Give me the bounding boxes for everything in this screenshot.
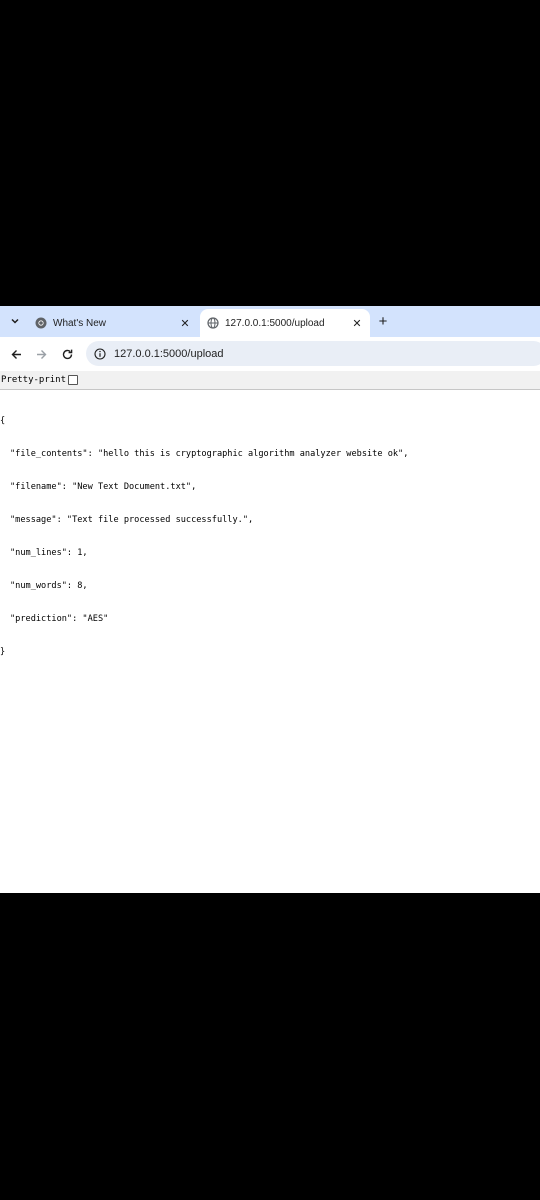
json-close-brace: }: [0, 647, 6, 657]
json-line-prediction: "prediction": "AES": [10, 614, 109, 624]
json-content: { "file_contents": "hello this is crypto…: [0, 394, 540, 680]
address-bar[interactable]: 127.0.0.1:5000/upload: [86, 341, 540, 366]
reload-button[interactable]: [57, 344, 77, 364]
screen-letterbox-bottom: [0, 893, 540, 1200]
tab-upload[interactable]: 127.0.0.1:5000/upload ✕: [200, 309, 370, 337]
tab-strip: What's New ✕ 127.0.0.1:5000/upload ✕ +: [0, 306, 540, 337]
chrome-icon: [35, 317, 47, 329]
reload-icon: [62, 349, 72, 359]
info-icon[interactable]: [93, 347, 107, 361]
url-text: 127.0.0.1:5000/upload: [114, 347, 224, 360]
json-line-filename: "filename": "New Text Document.txt",: [10, 482, 197, 492]
json-line-num-words: "num_words": 8,: [10, 581, 88, 591]
browser-window: What's New ✕ 127.0.0.1:5000/upload ✕ + 1…: [0, 306, 540, 893]
arrow-left-icon: [11, 349, 21, 359]
json-line-file-contents: "file_contents": "hello this is cryptogr…: [10, 449, 409, 459]
pretty-print-checkbox[interactable]: [68, 375, 79, 385]
json-line-num-lines: "num_lines": 1,: [10, 548, 88, 558]
json-line-message: "message": "Text file processed successf…: [10, 515, 254, 525]
tab-search-button[interactable]: [5, 311, 25, 331]
chevron-down-icon: [11, 318, 19, 324]
close-icon[interactable]: ✕: [350, 316, 364, 330]
pretty-print-bar: Pretty-print: [0, 371, 540, 390]
tab-title: 127.0.0.1:5000/upload: [225, 317, 325, 329]
pretty-print-label: Pretty-print: [1, 375, 67, 385]
forward-button[interactable]: [31, 344, 51, 364]
new-tab-button[interactable]: +: [375, 312, 391, 330]
json-open-brace: {: [0, 416, 6, 426]
arrow-right-icon: [36, 349, 46, 359]
tab-title: What's New: [53, 317, 107, 329]
toolbar: 127.0.0.1:5000/upload: [0, 337, 540, 371]
globe-icon: [207, 317, 219, 329]
plus-icon: +: [378, 312, 388, 330]
tab-whats-new[interactable]: What's New ✕: [30, 309, 198, 337]
back-button[interactable]: [6, 344, 26, 364]
close-icon[interactable]: ✕: [178, 316, 192, 330]
screen-letterbox-top: [0, 0, 540, 306]
